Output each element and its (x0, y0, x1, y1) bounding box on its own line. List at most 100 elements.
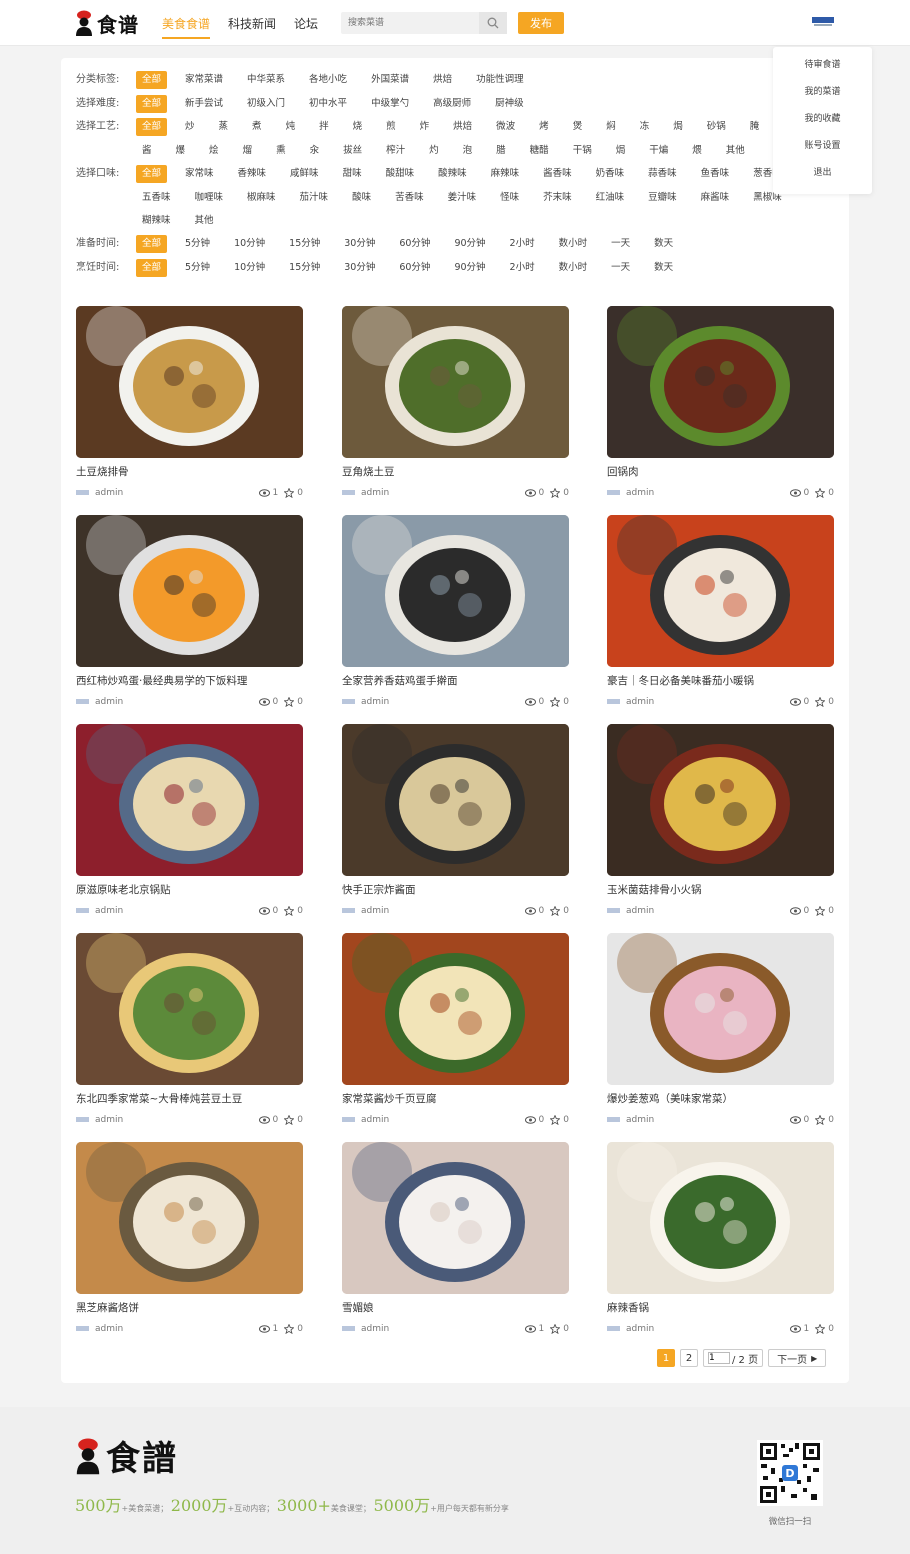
recipe-author[interactable]: admin (95, 1324, 123, 1334)
filter-option[interactable]: 全部 (136, 94, 168, 113)
filter-option[interactable]: 数小时 (553, 235, 594, 253)
filter-option[interactable]: 拌 (313, 118, 335, 136)
filter-option[interactable]: 60分钟 (393, 235, 436, 253)
filter-option[interactable]: 90分钟 (448, 259, 491, 277)
recipe-card[interactable]: 东北四季家常菜~大骨棒炖芸豆土豆 admin 0 0 (76, 933, 303, 1133)
menu-item-my-favorites[interactable]: 我的收藏 (773, 112, 872, 139)
filter-option[interactable]: 初中水平 (303, 95, 353, 113)
recipe-image[interactable] (342, 1142, 569, 1294)
recipe-author[interactable]: admin (626, 1115, 654, 1125)
recipe-title[interactable]: 土豆烧排骨 (76, 464, 129, 479)
filter-option[interactable]: 爆 (170, 142, 192, 160)
filter-option[interactable]: 芥末味 (537, 189, 578, 207)
filter-option[interactable]: 烘焙 (427, 71, 458, 89)
filter-option[interactable]: 酱 (136, 142, 158, 160)
recipe-title[interactable]: 玉米菌菇排骨小火锅 (607, 882, 702, 897)
recipe-title[interactable]: 全家营养香菇鸡蛋手擀面 (342, 673, 458, 688)
filter-option[interactable]: 全部 (136, 235, 168, 253)
recipe-title[interactable]: 回锅肉 (607, 464, 639, 479)
nav-recipes[interactable]: 美食食谱 (162, 15, 211, 39)
filter-option[interactable]: 烧 (347, 118, 369, 136)
filter-option[interactable]: 15分钟 (283, 259, 326, 277)
filter-option[interactable]: 全部 (136, 71, 168, 89)
star-icon[interactable] (284, 1115, 295, 1125)
filter-option[interactable]: 泡 (457, 142, 479, 160)
filter-option[interactable]: 五香味 (136, 189, 177, 207)
nav-forum[interactable]: 论坛 (294, 15, 318, 39)
filter-option[interactable]: 炒 (179, 118, 201, 136)
star-icon[interactable] (550, 1115, 561, 1125)
filter-option[interactable]: 冻 (634, 118, 656, 136)
filter-option[interactable]: 初级入门 (241, 95, 291, 113)
filter-option[interactable]: 炸 (414, 118, 436, 136)
recipe-card[interactable]: 回锅肉 admin 0 0 (607, 306, 834, 506)
filter-option[interactable]: 外国菜谱 (365, 71, 415, 89)
filter-option[interactable]: 拔丝 (337, 142, 368, 160)
recipe-card[interactable]: 豆角烧土豆 admin 0 0 (342, 306, 569, 506)
filter-option[interactable]: 红油味 (590, 189, 631, 207)
page-2-button[interactable]: 2 (680, 1349, 698, 1367)
filter-option[interactable]: 焖 (600, 118, 622, 136)
recipe-title[interactable]: 爆炒姜葱鸡（美味家常菜） (607, 1091, 733, 1106)
filter-option[interactable]: 煲 (567, 118, 589, 136)
recipe-image[interactable] (607, 1142, 834, 1294)
recipe-author[interactable]: admin (361, 906, 389, 916)
recipe-image[interactable] (342, 306, 569, 458)
filter-option[interactable]: 烘焙 (447, 118, 478, 136)
filter-option[interactable]: 10分钟 (228, 259, 271, 277)
recipe-title[interactable]: 豪吉｜冬日必备美味番茄小暖锅 (607, 673, 754, 688)
filter-option[interactable]: 30分钟 (338, 259, 381, 277)
recipe-card[interactable]: 全家营养香菇鸡蛋手擀面 admin 0 0 (342, 515, 569, 715)
star-icon[interactable] (550, 697, 561, 707)
filter-option[interactable]: 5分钟 (179, 259, 216, 277)
filter-option[interactable]: 2小时 (504, 259, 541, 277)
recipe-author[interactable]: admin (95, 697, 123, 707)
filter-option[interactable]: 5分钟 (179, 235, 216, 253)
filter-option[interactable]: 60分钟 (393, 259, 436, 277)
recipe-card[interactable]: 玉米菌菇排骨小火锅 admin 0 0 (607, 724, 834, 924)
recipe-title[interactable]: 家常菜酱炒千页豆腐 (342, 1091, 437, 1106)
star-icon[interactable] (815, 488, 826, 498)
filter-option[interactable]: 熏 (270, 142, 292, 160)
filter-option[interactable]: 90分钟 (448, 235, 491, 253)
filter-option[interactable]: 10分钟 (228, 235, 271, 253)
filter-option[interactable]: 全部 (136, 118, 168, 136)
recipe-author[interactable]: admin (361, 1324, 389, 1334)
filter-option[interactable]: 一天 (605, 259, 636, 277)
filter-option[interactable]: 灼 (423, 142, 445, 160)
filter-option[interactable]: 一天 (605, 235, 636, 253)
filter-option[interactable]: 数天 (648, 259, 679, 277)
filter-option[interactable]: 家常菜谱 (179, 71, 229, 89)
page-jump-input[interactable] (708, 1352, 730, 1364)
menu-item-pending-recipes[interactable]: 待审食谱 (773, 58, 872, 85)
recipe-author[interactable]: admin (626, 697, 654, 707)
recipe-title[interactable]: 豆角烧土豆 (342, 464, 395, 479)
menu-item-my-recipes[interactable]: 我的菜谱 (773, 85, 872, 112)
filter-option[interactable]: 鱼香味 (695, 165, 736, 183)
filter-option[interactable]: 数天 (648, 235, 679, 253)
filter-option[interactable]: 奶香味 (590, 165, 631, 183)
filter-option[interactable]: 中华菜系 (241, 71, 291, 89)
publish-button[interactable]: 发布 (518, 12, 564, 34)
recipe-card[interactable]: 土豆烧排骨 admin 1 0 (76, 306, 303, 506)
recipe-image[interactable] (607, 306, 834, 458)
recipe-image[interactable] (607, 933, 834, 1085)
menu-item-logout[interactable]: 退出 (773, 166, 872, 193)
filter-option[interactable]: 新手尝试 (179, 95, 229, 113)
filter-option[interactable]: 榨汁 (380, 142, 411, 160)
filter-option[interactable]: 汆 (304, 142, 326, 160)
filter-option[interactable]: 煮 (246, 118, 268, 136)
recipe-title[interactable]: 快手正宗炸酱面 (342, 882, 416, 897)
filter-option[interactable]: 咸鲜味 (284, 165, 325, 183)
filter-option[interactable]: 怪味 (494, 189, 525, 207)
recipe-card[interactable]: 雪媚娘 admin 1 0 (342, 1142, 569, 1342)
recipe-image[interactable] (342, 724, 569, 876)
filter-option[interactable]: 砂锅 (701, 118, 732, 136)
recipe-image[interactable] (76, 1142, 303, 1294)
filter-option[interactable]: 煨 (686, 142, 708, 160)
recipe-author[interactable]: admin (361, 697, 389, 707)
filter-option[interactable]: 烩 (203, 142, 225, 160)
star-icon[interactable] (284, 1324, 295, 1334)
recipe-author[interactable]: admin (95, 488, 123, 498)
filter-option[interactable]: 15分钟 (283, 235, 326, 253)
